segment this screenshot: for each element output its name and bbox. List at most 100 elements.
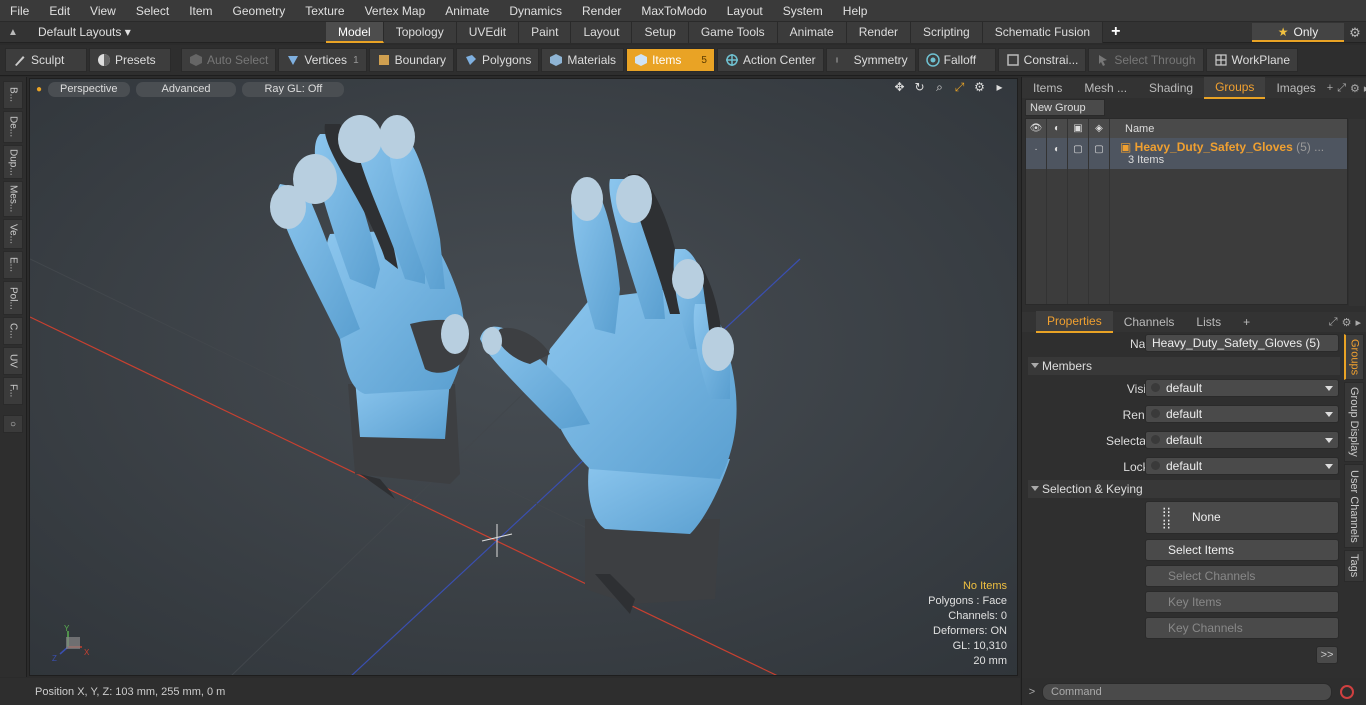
left-tab-uv[interactable]: UV — [3, 347, 23, 375]
tab-topology[interactable]: Topology — [383, 21, 457, 43]
tab-shading[interactable]: Shading — [1138, 78, 1204, 98]
left-tab-curve[interactable]: C... — [3, 317, 23, 345]
gear-icon[interactable]: ⚙ — [1344, 25, 1366, 41]
left-tab-basic[interactable]: B... — [3, 81, 23, 109]
select-channels-button[interactable]: Select Channels — [1145, 565, 1339, 587]
menu-system[interactable]: System — [773, 0, 833, 22]
tab-lists[interactable]: Lists — [1185, 312, 1232, 332]
vertices-button[interactable]: Vertices 1 — [278, 48, 367, 72]
more-button[interactable]: >> — [1316, 646, 1338, 664]
key-channels-button[interactable]: Key Channels — [1145, 617, 1339, 639]
row-select-checkbox[interactable]: ▢ — [1089, 138, 1110, 169]
select-through-button[interactable]: Select Through — [1088, 48, 1204, 72]
collapse-up-icon[interactable]: ▲ — [0, 27, 26, 38]
tab-setup[interactable]: Setup — [632, 21, 689, 43]
table-row[interactable]: · ◐ ▢ ▢ ▣ Heavy_Duty_Safety_Gloves (5) .… — [1026, 138, 1347, 169]
default-layouts-dropdown[interactable]: Default Layouts ▾ — [26, 25, 131, 39]
left-tab-deform[interactable]: De... — [3, 111, 23, 143]
workplane-button[interactable]: WorkPlane — [1205, 48, 1299, 72]
left-tab-mesh[interactable]: Mes... — [3, 181, 23, 217]
polygons-button[interactable]: Polygons — [456, 48, 540, 72]
render-select[interactable]: default — [1145, 405, 1339, 423]
tab-layout[interactable]: Layout — [571, 21, 633, 43]
panel-gear-icon[interactable]: ⚙ — [1350, 82, 1360, 95]
left-tab-edge[interactable]: E... — [3, 251, 23, 279]
record-icon[interactable] — [1340, 684, 1354, 699]
select-items-button[interactable]: Select Items — [1145, 539, 1339, 561]
symmetry-button[interactable]: Symmetry — [825, 48, 916, 72]
side-tab-user-channels[interactable]: User Channels — [1344, 464, 1364, 548]
menu-help[interactable]: Help — [833, 0, 878, 22]
tab-schematic-fusion[interactable]: Schematic Fusion — [982, 21, 1104, 43]
menu-maxtomodo[interactable]: MaxToModo — [631, 0, 716, 22]
new-group-button[interactable]: New Group — [1025, 99, 1105, 116]
auto-select-button[interactable]: Auto Select — [181, 48, 277, 72]
boundary-button[interactable]: Boundary — [368, 48, 454, 72]
row-eye-icon[interactable]: · — [1026, 138, 1047, 169]
viewport-gear-icon[interactable]: ⚙ — [972, 80, 987, 96]
add-tab-button[interactable]: + — [1103, 22, 1128, 43]
left-tab-vertex[interactable]: Ve... — [3, 219, 23, 249]
add-tab-icon[interactable]: + — [1327, 82, 1333, 95]
expand-panel-icon[interactable]: ⤢ — [1337, 82, 1346, 95]
presets-button[interactable]: Presets — [89, 48, 171, 72]
left-tab-duplicate[interactable]: Dup... — [3, 145, 23, 179]
perspective-button[interactable]: Perspective — [48, 81, 130, 97]
tab-model[interactable]: Model — [326, 21, 384, 43]
row-lock-checkbox[interactable]: ▢ — [1068, 138, 1089, 169]
groups-scrollbar[interactable] — [1349, 119, 1365, 306]
menu-vertex-map[interactable]: Vertex Map — [355, 0, 436, 22]
menu-texture[interactable]: Texture — [295, 0, 354, 22]
falloff-button[interactable]: Falloff — [917, 48, 996, 72]
only-button[interactable]: ★ Only — [1252, 23, 1344, 42]
name-field[interactable]: Heavy_Duty_Safety_Gloves (5) — [1145, 334, 1339, 352]
sculpt-button[interactable]: Sculpt — [5, 48, 87, 72]
menu-geometry[interactable]: Geometry — [223, 0, 296, 22]
menu-layout[interactable]: Layout — [717, 0, 773, 22]
menu-view[interactable]: View — [80, 0, 126, 22]
add-prop-tab-icon[interactable]: + — [1232, 312, 1261, 332]
key-items-button[interactable]: Key Items — [1145, 591, 1339, 613]
row-render-icon[interactable]: ◐ — [1047, 138, 1068, 169]
props-arrow-icon[interactable]: ▸ — [1355, 316, 1361, 329]
menu-edit[interactable]: Edit — [39, 0, 80, 22]
tab-channels[interactable]: Channels — [1113, 312, 1186, 332]
selectable-select[interactable]: default — [1145, 431, 1339, 449]
tab-properties[interactable]: Properties — [1036, 311, 1113, 333]
tab-images[interactable]: Images — [1265, 78, 1326, 98]
viewport-arrow-icon[interactable]: ▸ — [992, 80, 1007, 96]
raygl-button[interactable]: Ray GL: Off — [242, 81, 345, 97]
command-arrow-icon[interactable]: > — [1022, 686, 1042, 698]
move-view-icon[interactable]: ✥ — [892, 80, 907, 96]
visible-select[interactable]: default — [1145, 379, 1339, 397]
viewport-menu-dot-icon[interactable]: ● — [36, 84, 42, 95]
tab-animate[interactable]: Animate — [777, 21, 847, 43]
tab-game-tools[interactable]: Game Tools — [688, 21, 778, 43]
zoom-view-icon[interactable]: ⌕ — [932, 80, 947, 96]
rotate-view-icon[interactable]: ↻ — [912, 80, 927, 96]
left-tab-polygon[interactable]: Pol... — [3, 281, 23, 315]
selection-keying-section[interactable]: Selection & Keying — [1028, 480, 1340, 498]
left-tab-extra[interactable]: ○ — [3, 415, 23, 433]
tab-uvedit[interactable]: UVEdit — [456, 21, 520, 43]
tab-mesh[interactable]: Mesh ... — [1073, 78, 1138, 98]
side-tab-group-display[interactable]: Group Display — [1344, 382, 1364, 462]
tab-items[interactable]: Items — [1022, 78, 1073, 98]
expand-props-icon[interactable]: ⤢ — [1329, 316, 1338, 329]
3d-viewport[interactable]: Y X Z ● Perspective Advanced Ray GL: Off… — [29, 78, 1018, 676]
materials-button[interactable]: Materials — [541, 48, 625, 72]
menu-animate[interactable]: Animate — [435, 0, 499, 22]
locked-select[interactable]: default — [1145, 457, 1339, 475]
menu-item[interactable]: Item — [179, 0, 222, 22]
command-input[interactable]: Command — [1042, 682, 1332, 701]
select-icon[interactable]: ◈ — [1089, 119, 1110, 138]
constraints-button[interactable]: Constrai... — [997, 48, 1087, 72]
members-section[interactable]: Members — [1028, 357, 1340, 375]
tab-scripting[interactable]: Scripting — [911, 21, 983, 43]
side-tab-groups[interactable]: Groups — [1344, 334, 1364, 380]
items-button[interactable]: Items 5 — [626, 48, 715, 72]
tab-paint[interactable]: Paint — [519, 21, 572, 43]
tab-groups[interactable]: Groups — [1204, 77, 1266, 99]
side-tab-tags[interactable]: Tags — [1344, 550, 1364, 582]
menu-select[interactable]: Select — [126, 0, 179, 22]
